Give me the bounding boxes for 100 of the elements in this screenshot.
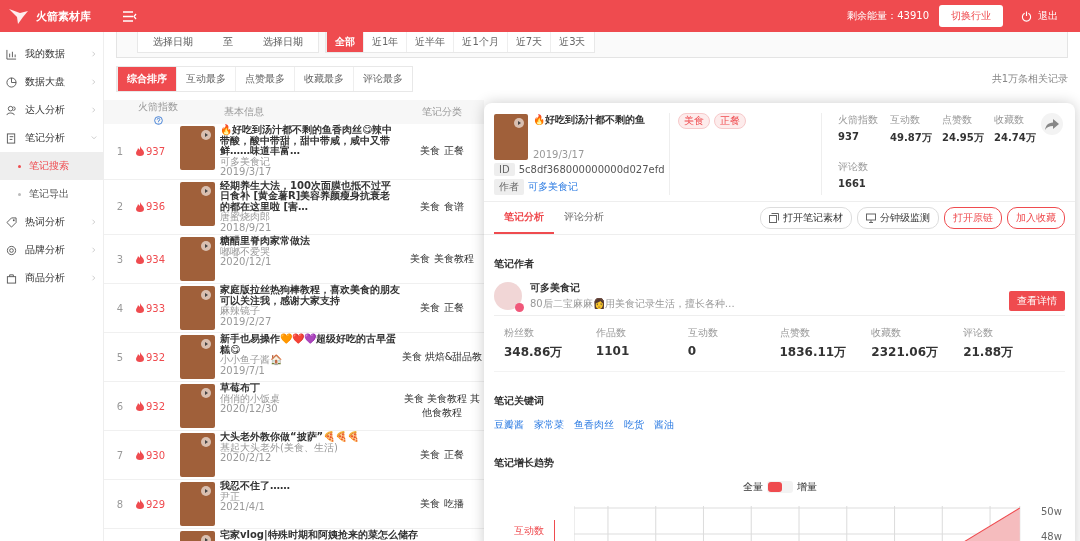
- sort-tab[interactable]: 互动最多: [176, 67, 235, 91]
- stat-label: 火箭指数: [838, 113, 879, 127]
- axis-tick-label: 50w: [1041, 506, 1063, 517]
- monitor-icon: [866, 213, 876, 223]
- category-tag: 美食: [678, 113, 710, 129]
- power-icon[interactable]: [1021, 10, 1032, 22]
- keyword-link[interactable]: 酱油: [654, 418, 674, 432]
- photo-placeholder[interactable]: [180, 126, 215, 170]
- date-range-button[interactable]: 近半年: [406, 32, 454, 52]
- column-header: 基本信息: [223, 105, 265, 119]
- chevron-icon: [91, 51, 97, 57]
- photo-placeholder[interactable]: [180, 433, 215, 477]
- photo-placeholder[interactable]: [180, 181, 215, 226]
- photo-placeholder[interactable]: [180, 286, 215, 330]
- photo-placeholder[interactable]: [180, 384, 215, 428]
- flame-icon: [136, 146, 144, 157]
- sidebar-item[interactable]: 我的数据: [0, 40, 103, 68]
- sidebar-item[interactable]: 品牌分析: [0, 236, 103, 264]
- detail-tab[interactable]: 笔记分析: [494, 202, 554, 234]
- stat-value: 49.87万: [890, 131, 933, 145]
- keyword-link[interactable]: 家常菜: [534, 418, 564, 432]
- date-range-button[interactable]: 近1年: [363, 32, 407, 52]
- play-icon: [201, 486, 211, 496]
- note-title[interactable]: 我忍不住了……: [220, 481, 400, 492]
- chevron-icon: [91, 275, 97, 281]
- note-id: 5c8df368000000000d027efd: [518, 164, 665, 175]
- sidebar-subitem[interactable]: 笔记导出: [0, 180, 103, 208]
- record-count: 共1万条相关记录: [991, 72, 1068, 86]
- detail-tab[interactable]: 评论分析: [554, 202, 614, 234]
- stat-value: 348.86万: [504, 344, 564, 361]
- note-title[interactable]: 新手也易操作🧡❤💜超级好吃的古早蛋糕😋: [220, 334, 400, 355]
- flame-icon: [136, 352, 144, 362]
- author-name: 嘟嘟不爱哭: [220, 246, 270, 257]
- author-name: 可多美食记: [220, 156, 270, 167]
- sidebar-item[interactable]: 商品分析: [0, 264, 103, 292]
- help-icon[interactable]: [153, 115, 163, 125]
- note-title[interactable]: 经期养生大法，100次面膜也抵不过平日食补 [黄金薯R]美容养颜瘦身抗衰老的都在这里啦 [害…: [220, 180, 400, 212]
- mode-switch[interactable]: [766, 481, 793, 493]
- publish-date: 2020/2/12: [220, 453, 272, 464]
- keyword-link[interactable]: 吃货: [624, 418, 644, 432]
- menu-icon[interactable]: [123, 10, 137, 22]
- rocket-score: 930: [146, 449, 166, 461]
- category-text: 美食 吃播: [420, 498, 464, 509]
- stat-value: 2321.06万: [871, 344, 939, 361]
- bar-chart-icon: [6, 48, 17, 60]
- note-title[interactable]: 草莓布丁: [220, 383, 400, 394]
- open-material-button[interactable]: 打开笔记素材: [760, 207, 852, 229]
- sidebar-item[interactable]: 热词分析: [0, 208, 103, 236]
- flame-icon: [136, 254, 144, 264]
- logout-link[interactable]: 退出: [1038, 9, 1058, 23]
- sort-tab[interactable]: 综合排序: [117, 67, 176, 91]
- date-range-button[interactable]: 近1个月: [453, 32, 507, 52]
- author-name: 唐蜜烧肉郎: [220, 212, 270, 223]
- note-title[interactable]: 大头老外教你做“披萨”🍕🍕🍕: [220, 432, 400, 443]
- switch-industry-button[interactable]: 切换行业: [939, 5, 1003, 27]
- photo-placeholder[interactable]: [180, 482, 215, 526]
- sort-tab[interactable]: 点赞最多: [235, 67, 294, 91]
- chevron-icon: [91, 135, 97, 141]
- rank-number: 1: [116, 145, 124, 157]
- sidebar-item[interactable]: 数据大盘: [0, 68, 103, 96]
- view-details-button[interactable]: 查看详情: [1009, 291, 1065, 311]
- sort-tab[interactable]: 评论最多: [353, 67, 412, 91]
- sidebar-item[interactable]: 笔记分析: [0, 124, 103, 152]
- note-title[interactable]: 家庭版拉丝热狗棒教程，喜欢美食的朋友可以关注我，感谢大家支持: [220, 285, 400, 306]
- date-range-button[interactable]: 近7天: [506, 32, 551, 52]
- monitor-button[interactable]: 分钟级监测: [857, 207, 939, 229]
- chevron-icon: [91, 107, 97, 113]
- share-icon: [1045, 118, 1059, 130]
- category-text: 美食 食谱: [420, 200, 464, 212]
- toggle-label: 全量: [742, 480, 763, 494]
- chevron-icon: [91, 219, 97, 225]
- action-button[interactable]: 打开原链: [944, 207, 1002, 229]
- note-title[interactable]: 🔥好吃到汤汁都不剩的鱼香肉丝😋辣中带酸，酸中带甜，甜中带咸，咸中又带鲜……味道丰富…: [220, 125, 400, 157]
- play-icon: [201, 339, 211, 349]
- keyword-link[interactable]: 鱼香肉丝: [574, 418, 614, 432]
- photo-placeholder[interactable]: [180, 335, 215, 379]
- rocket-score: 936: [146, 201, 166, 213]
- author-link[interactable]: 可多美食记: [528, 180, 578, 194]
- sort-tab[interactable]: 收藏最多: [294, 67, 353, 91]
- note-title[interactable]: 糖醋里脊肉家常做法: [220, 236, 400, 247]
- play-icon: [201, 241, 211, 251]
- author-label: 作者: [494, 179, 524, 195]
- share-button[interactable]: [1041, 113, 1063, 135]
- date-range-field[interactable]: 选择日期 至 选择日期: [137, 32, 319, 53]
- action-button[interactable]: 加入收藏: [1007, 207, 1065, 229]
- play-icon: [514, 118, 524, 128]
- date-range-button[interactable]: 全部: [326, 32, 363, 52]
- date-range-button[interactable]: 近3天: [550, 32, 594, 52]
- author-name: 尹正: [220, 491, 240, 502]
- note-title[interactable]: 宅家vlog|特殊时期和阿姨抢来的菜怎么储存: [220, 530, 484, 541]
- stat-label: 收藏数: [871, 326, 903, 340]
- flame-icon: [136, 201, 144, 212]
- photo-placeholder[interactable]: [180, 237, 215, 281]
- play-icon: [201, 130, 211, 140]
- author-name: 俏俏的小饭桌: [220, 393, 281, 404]
- rocket-score: 937: [146, 145, 166, 157]
- energy-balance: 剩余能量：43910: [847, 9, 929, 23]
- publish-date: 2020/12/1: [220, 257, 273, 268]
- keyword-link[interactable]: 豆瓣酱: [494, 418, 524, 432]
- sidebar-item[interactable]: 达人分析: [0, 96, 103, 124]
